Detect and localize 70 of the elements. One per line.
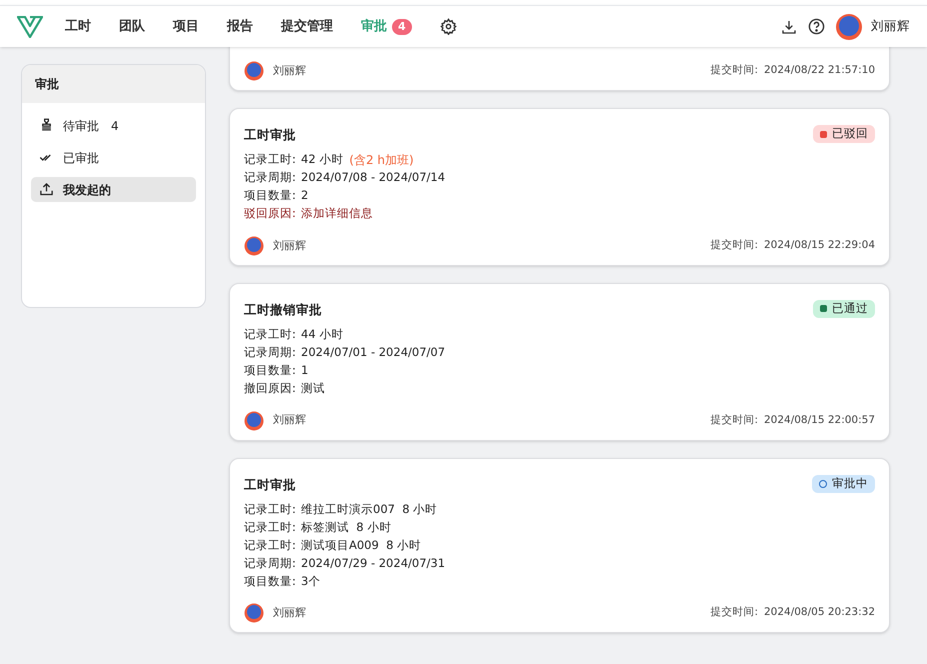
sidebar-item[interactable]: 已审批 <box>31 145 196 170</box>
submit-time: 2024/08/15 22:00:57 <box>764 412 875 428</box>
field-label: 撤回原因: <box>244 380 297 397</box>
card-title: 工时撤销审批 <box>244 300 322 319</box>
avatar-icon <box>244 61 264 81</box>
avatar-icon <box>244 603 264 624</box>
field-label: 记录工时: <box>244 518 297 536</box>
status-badge: 已通过 <box>813 300 875 318</box>
field-label: 记录周期: <box>244 554 297 572</box>
upload-icon <box>39 182 54 197</box>
settings-icon[interactable] <box>440 18 457 35</box>
avatar-icon <box>244 410 264 430</box>
submit-time: 2024/08/05 20:23:32 <box>764 605 875 620</box>
field-label: 记录周期: <box>244 344 297 361</box>
field-value: 2024/07/08 - 2024/07/14 <box>301 169 446 186</box>
nav-tab[interactable]: 工时 <box>65 16 91 36</box>
submit-time-label: 提交时间: <box>710 605 758 620</box>
submit-time-label: 提交时间: <box>710 63 758 78</box>
card-title: 工时审批 <box>244 476 296 494</box>
help-icon[interactable] <box>808 18 825 35</box>
logo-icon[interactable] <box>17 16 43 38</box>
field-value: 42 小时 <box>301 151 344 168</box>
field-label: 驳回原因: <box>244 205 297 222</box>
submit-time-label: 提交时间: <box>710 238 758 253</box>
download-icon[interactable] <box>781 18 797 34</box>
nav-tab[interactable]: 项目 <box>173 16 199 36</box>
submit-time: 2024/08/22 21:57:10 <box>764 63 875 78</box>
field-label: 项目数量: <box>244 572 297 590</box>
user-name[interactable]: 刘丽辉 <box>871 17 910 36</box>
stamp-icon <box>39 118 54 133</box>
field-label: 记录工时: <box>244 536 297 554</box>
submitter-name: 刘丽辉 <box>273 238 306 254</box>
nav-tab[interactable]: 提交管理 <box>281 16 333 36</box>
field-label: 项目数量: <box>244 187 297 204</box>
field-label: 项目数量: <box>244 362 297 379</box>
field-label: 记录工时: <box>244 500 297 518</box>
submitter-name: 刘丽辉 <box>273 62 306 79</box>
card-title: 工时审批 <box>244 126 296 144</box>
field-value: 3个 <box>301 572 320 590</box>
status-badge: 审批中 <box>812 474 875 492</box>
field-label: 记录工时: <box>244 151 297 168</box>
field-value: 维拉工时演示007 8 小时 <box>301 500 438 518</box>
avatar-icon <box>244 236 264 256</box>
status-icon <box>820 305 827 312</box>
submitter-name: 刘丽辉 <box>273 605 306 621</box>
field-value: 2024/07/01 - 2024/07/07 <box>301 344 446 361</box>
field-value: 2 <box>301 187 308 204</box>
submit-time-label: 提交时间: <box>710 412 758 428</box>
status-icon <box>820 130 827 138</box>
field-value: 44 小时 <box>301 326 344 343</box>
field-value: 标签测试 8 小时 <box>301 518 392 536</box>
field-value: 添加详细信息 <box>301 205 373 222</box>
submit-time: 2024/08/15 22:29:04 <box>764 238 875 253</box>
status-badge: 已驳回 <box>813 125 875 143</box>
sidebar-item[interactable]: 我发起的 <box>31 177 196 202</box>
overtime-note: (含2 h加班) <box>349 152 414 169</box>
sidebar-item[interactable]: 待审批 4 <box>31 113 196 138</box>
field-value: 测试 <box>301 380 325 397</box>
submitter-name: 刘丽辉 <box>273 412 306 428</box>
field-label: 记录工时: <box>244 326 297 343</box>
avatar-icon[interactable] <box>835 12 863 40</box>
field-label: 记录周期: <box>244 169 297 186</box>
status-icon <box>819 480 827 488</box>
count-badge: 4 <box>392 18 412 34</box>
field-value: 2024/07/29 - 2024/07/31 <box>301 554 446 572</box>
nav-tab[interactable]: 报告 <box>227 16 253 36</box>
sidebar-title: 审批 <box>35 76 59 93</box>
field-value: 1 <box>301 362 308 379</box>
nav-tab[interactable]: 团队 <box>119 16 145 36</box>
field-value: 测试项目A009 8 小时 <box>301 536 422 554</box>
